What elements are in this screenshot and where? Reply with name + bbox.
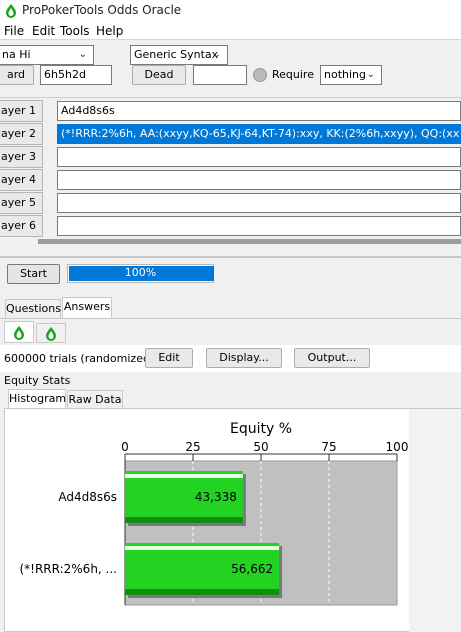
tab-answers[interactable]: Answers [62, 297, 112, 318]
answer-tab-1[interactable] [4, 321, 34, 343]
chevron-down-icon: ⌄ [78, 49, 87, 60]
horizontal-scrollbar[interactable] [38, 239, 461, 244]
divider [0, 97, 461, 98]
bar-value-label: 43,338 [195, 490, 237, 504]
chevron-down-icon: ⌄ [212, 49, 221, 60]
syntax-select-value: Generic Syntax [134, 48, 219, 61]
window-title: ProPokerTools Odds Oracle [22, 3, 182, 17]
bar-bottom-shade [125, 517, 243, 523]
category-label: Ad4d8s6s [58, 490, 117, 504]
dead-button[interactable]: Dead [132, 65, 186, 85]
x-tick-label: 0 [121, 440, 129, 454]
require-select-value: nothing [324, 68, 366, 81]
player-2-input[interactable]: (*!RRR:2%6h, AA:(xxyy,KQ-65,KJ-64,KT-74)… [57, 124, 461, 144]
x-tick-label: 25 [185, 440, 200, 454]
game-select-value: na Hi [2, 48, 31, 61]
player-2-button[interactable]: ayer 2 [0, 123, 43, 145]
category-label: (*!RRR:2%6h, ... [19, 562, 117, 576]
player-4-button[interactable]: ayer 4 [0, 169, 43, 191]
chart-title: Equity % [230, 421, 292, 437]
player-1-button[interactable]: ayer 1 [0, 100, 43, 122]
title-bar: ProPokerTools Odds Oracle [0, 0, 461, 22]
player-4-input[interactable] [57, 170, 461, 190]
display-button[interactable]: Display... [206, 348, 282, 368]
board-input[interactable]: 6h5h2d [40, 65, 112, 85]
player-3-input[interactable] [57, 147, 461, 167]
edit-button[interactable]: Edit [145, 348, 193, 368]
require-label: Require [272, 68, 314, 81]
player-6-input[interactable] [57, 216, 461, 236]
syntax-select[interactable]: Generic Syntax ⌄ [130, 45, 228, 65]
app-logo-icon [6, 4, 16, 18]
player-5-input[interactable] [57, 193, 461, 213]
dead-input[interactable] [193, 65, 247, 85]
answer-tab-2[interactable] [36, 323, 66, 343]
board-button[interactable]: ard [0, 65, 34, 85]
menu-tools[interactable]: Tools [60, 24, 90, 38]
bar-value-label: 56,662 [231, 562, 273, 576]
oracle-drop-icon [46, 327, 56, 341]
bar-highlight [125, 474, 243, 478]
require-select[interactable]: nothing ⌄ [320, 65, 382, 85]
player-6-button[interactable]: ayer 6 [0, 215, 43, 237]
tab-divider [0, 318, 461, 319]
progress-bar: 100% [67, 264, 214, 283]
trials-text: 600000 trials (randomized) [4, 352, 155, 365]
chart-side-area [409, 409, 461, 632]
chart-panel: Equity % 0 25 50 75 100 43,338 Ad4d8s6s 56,662 (*… [4, 408, 461, 632]
menu-file[interactable]: File [4, 24, 24, 38]
player-5-button[interactable]: ayer 5 [0, 192, 43, 214]
start-button[interactable]: Start [7, 264, 60, 284]
bar-bottom-shade [125, 589, 280, 595]
equity-chart: Equity % 0 25 50 75 100 43,338 Ad4d8s6s 56,662 (*… [19, 409, 461, 632]
tab-questions[interactable]: Questions [5, 299, 61, 318]
chevron-down-icon: ⌄ [366, 69, 375, 80]
tab-histogram[interactable]: Histogram [8, 389, 66, 408]
progress-text: 100% [124, 266, 157, 279]
bar-highlight [125, 546, 280, 550]
require-indicator[interactable] [253, 68, 267, 82]
menu-edit[interactable]: Edit [32, 24, 55, 38]
output-button[interactable]: Output... [294, 348, 370, 368]
x-tick-label: 50 [253, 440, 268, 454]
menu-help[interactable]: Help [96, 24, 123, 38]
player-1-input[interactable]: Ad4d8s6s [57, 101, 461, 121]
x-tick-label: 75 [321, 440, 336, 454]
oracle-drop-icon [14, 326, 24, 340]
tab-raw-data[interactable]: Raw Data [67, 390, 123, 408]
section-title: Equity Stats [4, 374, 71, 387]
x-tick-label: 100 [386, 440, 409, 454]
splitter[interactable] [0, 256, 461, 258]
player-3-button[interactable]: ayer 3 [0, 146, 43, 168]
menu-bar: File Edit Tools Help [0, 22, 461, 40]
game-select[interactable]: na Hi ⌄ [0, 45, 94, 65]
scrollbar-thumb[interactable] [38, 239, 461, 244]
